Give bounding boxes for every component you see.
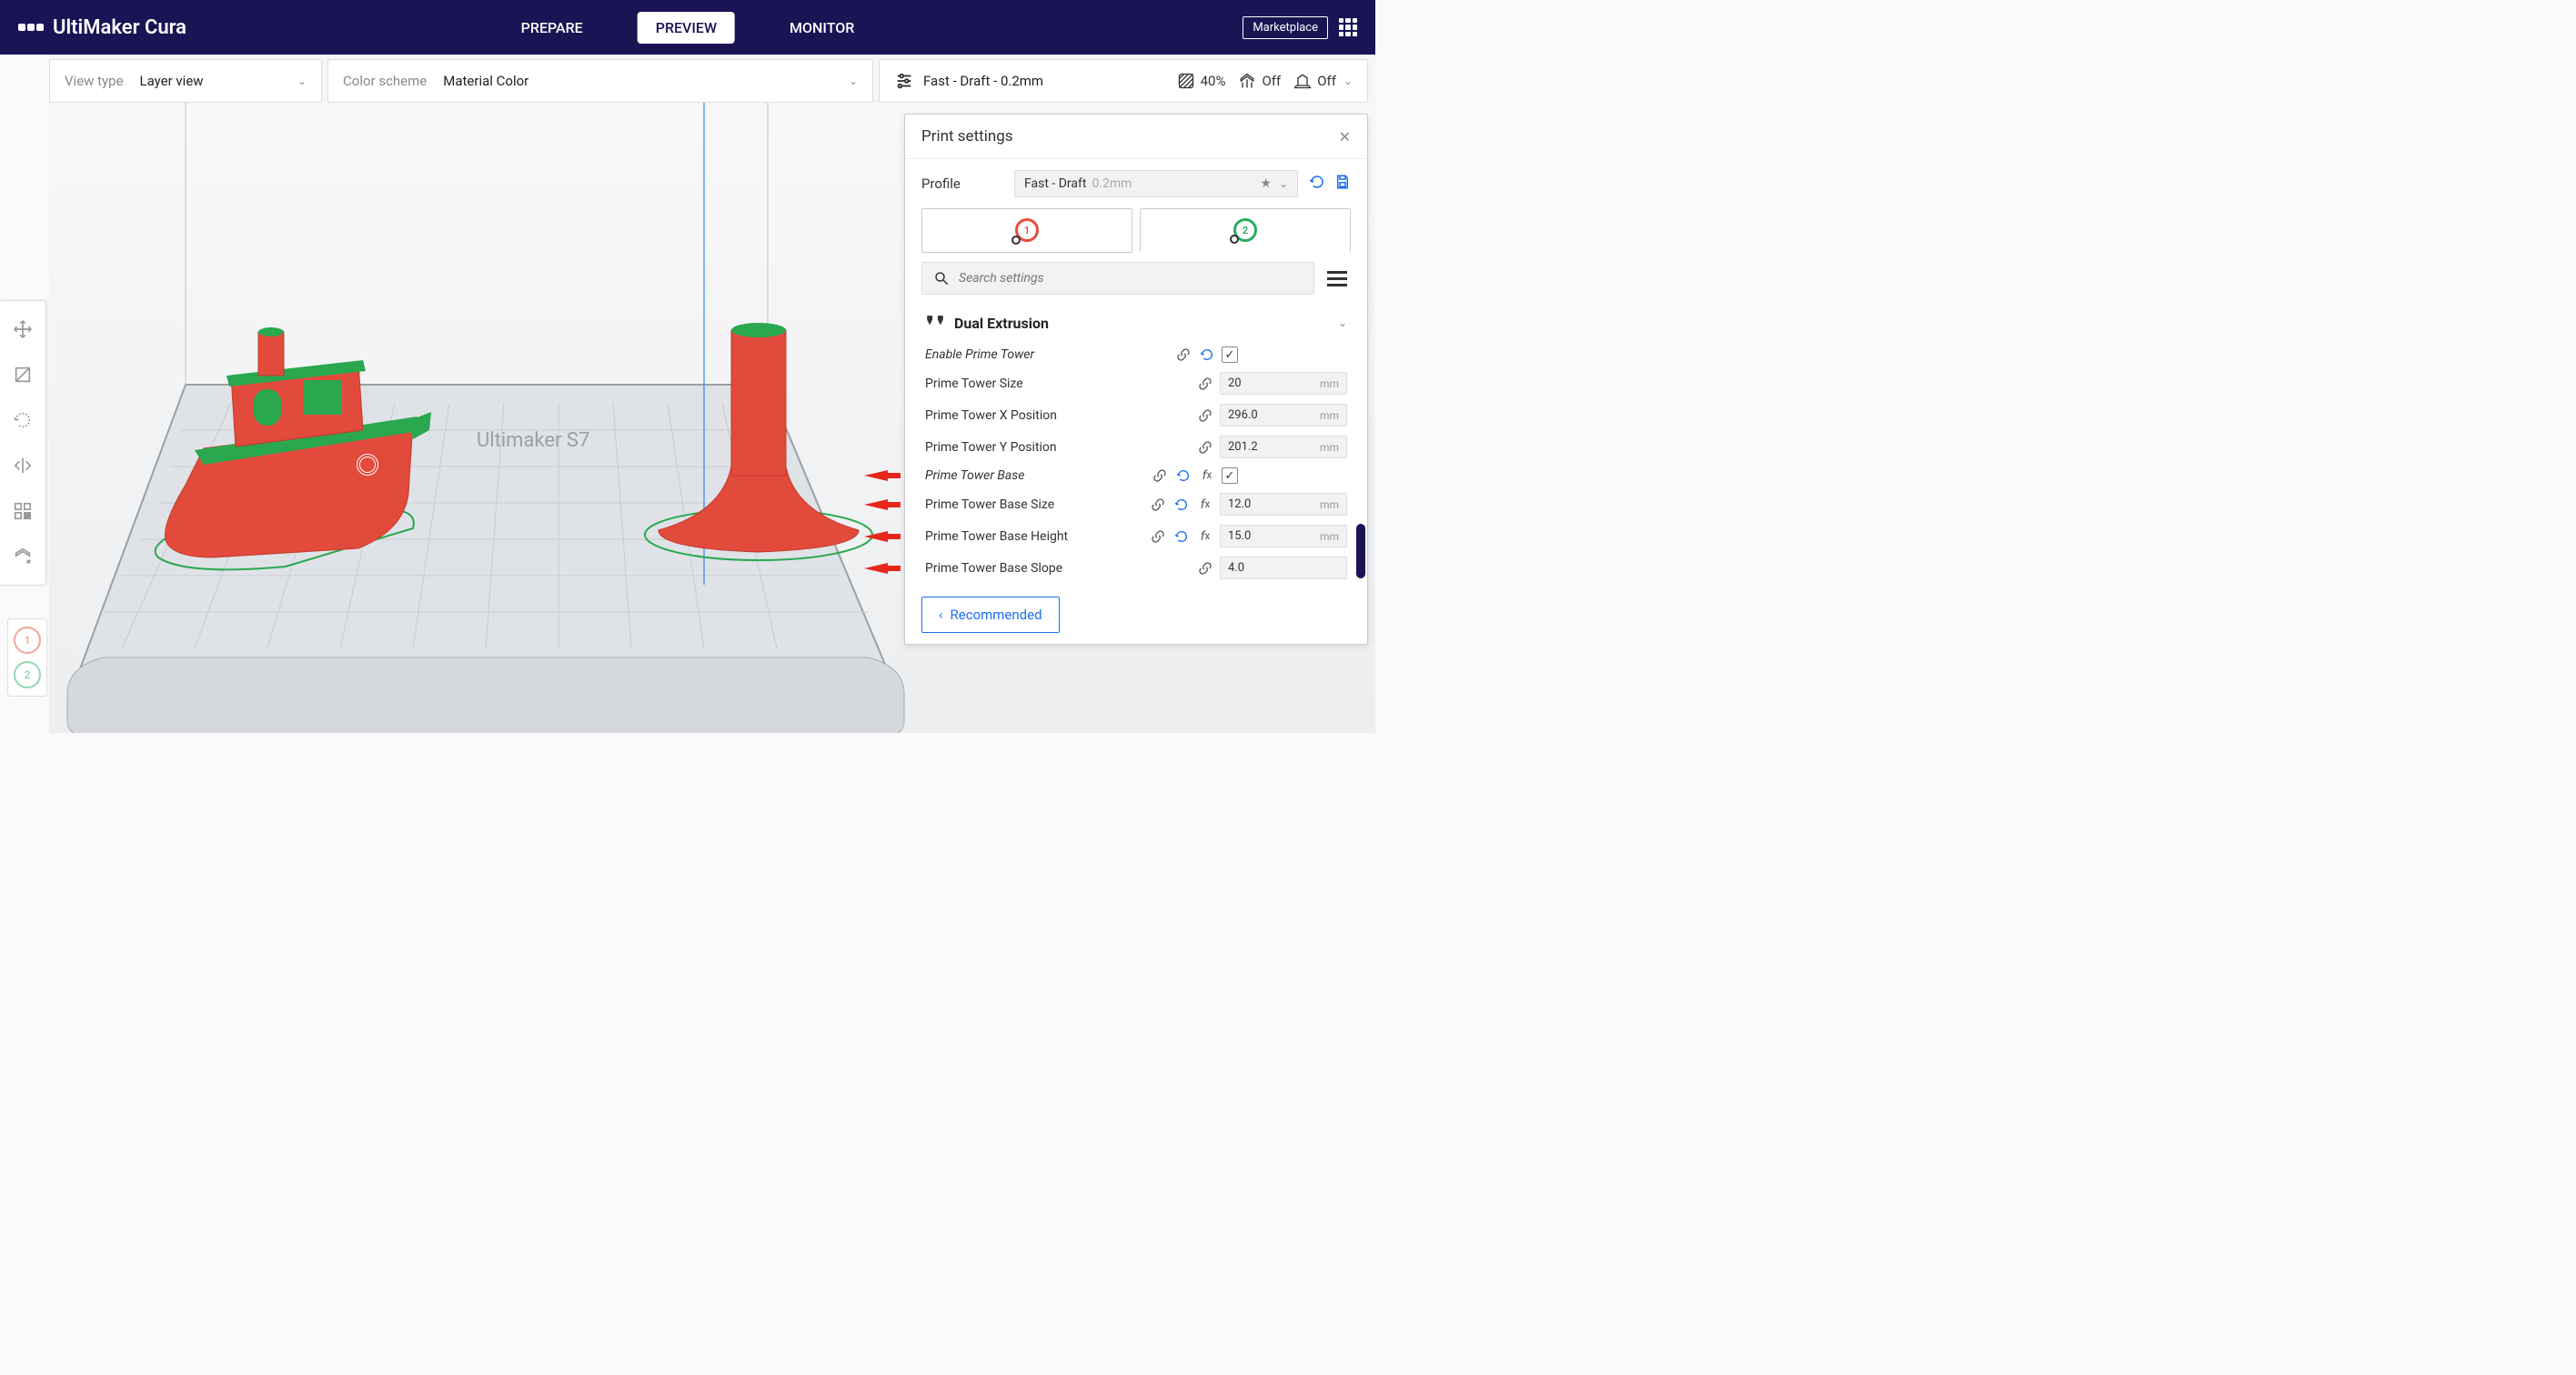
chevron-left-icon: ‹ (939, 607, 943, 623)
panel-title: Print settings (921, 127, 1339, 146)
dual-extrusion-icon (925, 313, 945, 333)
reset-icon[interactable] (1174, 468, 1192, 483)
profile-dropdown[interactable]: Fast - Draft 0.2mm ★ ⌄ (1014, 170, 1298, 197)
setting-prime-tower-base: Prime Tower Base fx (905, 463, 1367, 488)
link-icon[interactable] (1149, 529, 1167, 544)
prime-tower-y-input[interactable]: 201.2mm (1220, 436, 1347, 458)
print-settings-panel: Print settings ✕ Profile Fast - Draft 0.… (904, 114, 1368, 645)
main-tabs: PREPARE PREVIEW MONITOR (503, 12, 873, 44)
arrow-annotation (864, 497, 901, 512)
reset-icon[interactable] (1172, 497, 1191, 512)
arrow-annotation (864, 529, 901, 544)
app-logo: UltiMaker Cura (18, 16, 186, 39)
support-blocker-tool[interactable] (0, 534, 45, 579)
left-toolbar (0, 300, 46, 586)
prime-tower-size-input[interactable]: 20mm (1220, 372, 1347, 395)
setting-prime-tower-size: Prime Tower Size 20mm (905, 367, 1367, 399)
arrow-annotation (864, 468, 901, 483)
fx-icon[interactable]: fx (1196, 529, 1214, 544)
prime-tower-base-size-input[interactable]: 12.0mm (1220, 493, 1347, 516)
toolbar-row: View type Layer view ⌄ Color scheme Mate… (49, 55, 1375, 107)
chevron-down-icon: ⌄ (1343, 75, 1353, 87)
enable-prime-tower-checkbox[interactable] (1222, 346, 1238, 363)
infill-icon (1177, 72, 1195, 90)
search-icon (933, 270, 950, 286)
scrollbar-thumb[interactable] (1356, 524, 1365, 578)
header-bar: UltiMaker Cura PREPARE PREVIEW MONITOR M… (0, 0, 1375, 55)
extruder-tab-2[interactable]: 2 (1140, 208, 1351, 253)
marketplace-button[interactable]: Marketplace (1243, 16, 1328, 39)
link-icon[interactable] (1151, 468, 1169, 483)
viewtype-label: View type (65, 73, 124, 89)
recommended-button[interactable]: ‹ Recommended (921, 597, 1060, 633)
profile-summary: Fast - Draft - 0.2mm (923, 73, 1177, 89)
adhesion-icon (1293, 72, 1312, 90)
fx-icon[interactable]: fx (1198, 468, 1216, 483)
print-settings-summary-dropdown[interactable]: Fast - Draft - 0.2mm 40% Off Off (879, 59, 1368, 103)
move-tool[interactable] (0, 306, 45, 352)
setting-prime-tower-y: Prime Tower Y Position 201.2mm (905, 431, 1367, 463)
link-icon[interactable] (1149, 497, 1167, 512)
colorscheme-value: Material Color (443, 73, 841, 89)
reset-icon[interactable] (1198, 347, 1216, 362)
sliders-icon (894, 71, 914, 91)
scale-tool[interactable] (0, 352, 45, 397)
prime-tower-base-checkbox[interactable] (1222, 467, 1238, 484)
viewtype-value: Layer view (140, 73, 290, 89)
reset-profile-icon[interactable] (1309, 174, 1325, 194)
settings-visibility-icon[interactable] (1323, 267, 1351, 290)
support-summary: Off (1238, 72, 1281, 90)
close-icon[interactable]: ✕ (1339, 128, 1351, 146)
search-settings-box[interactable] (921, 262, 1314, 295)
tab-monitor[interactable]: MONITOR (771, 12, 872, 44)
setting-prime-tower-x: Prime Tower X Position 296.0mm (905, 399, 1367, 431)
setting-prime-tower-base-height: Prime Tower Base Height fx 15.0mm (905, 520, 1367, 552)
extruder-tab-1[interactable]: 1 (921, 208, 1132, 253)
search-input[interactable] (959, 271, 1303, 286)
link-icon[interactable] (1196, 440, 1214, 455)
chevron-down-icon: ⌄ (1279, 177, 1288, 190)
per-model-tool[interactable] (0, 488, 45, 534)
reset-icon[interactable] (1172, 529, 1191, 544)
prime-tower-x-input[interactable]: 296.0mm (1220, 404, 1347, 427)
tab-prepare[interactable]: PREPARE (503, 12, 601, 44)
printer-label: Ultimaker S7 (477, 429, 589, 452)
mirror-tool[interactable] (0, 443, 45, 488)
link-icon[interactable] (1174, 347, 1192, 362)
support-icon (1238, 72, 1256, 90)
infill-summary: 40% (1177, 72, 1226, 90)
star-icon: ★ (1260, 176, 1272, 191)
rotate-tool[interactable] (0, 397, 45, 443)
extruder-1-badge[interactable]: 1 (14, 627, 41, 654)
colorscheme-dropdown[interactable]: Color scheme Material Color ⌄ (327, 59, 873, 103)
chevron-down-icon: ⌄ (1338, 316, 1347, 329)
app-name: UltiMaker Cura (53, 16, 186, 39)
colorscheme-label: Color scheme (343, 73, 427, 89)
tab-preview[interactable]: PREVIEW (638, 12, 735, 44)
link-icon[interactable] (1196, 561, 1214, 576)
setting-enable-prime-tower: Enable Prime Tower (905, 342, 1367, 367)
prime-tower-base-slope-input[interactable]: 4.0 (1220, 557, 1347, 579)
profile-label: Profile (921, 176, 1003, 192)
logo-icon (18, 24, 44, 31)
chevron-down-icon: ⌄ (849, 75, 858, 87)
setting-prime-tower-base-slope: Prime Tower Base Slope 4.0 (905, 552, 1367, 584)
adhesion-summary: Off (1293, 72, 1336, 90)
viewtype-dropdown[interactable]: View type Layer view ⌄ (49, 59, 322, 103)
fx-icon[interactable]: fx (1196, 497, 1214, 512)
apps-grid-icon[interactable] (1339, 18, 1357, 36)
extruder-badges: 1 2 (7, 618, 47, 697)
link-icon[interactable] (1196, 376, 1214, 391)
arrow-annotation (864, 561, 901, 576)
extruder-2-badge[interactable]: 2 (14, 661, 41, 688)
section-dual-extrusion[interactable]: Dual Extrusion ⌄ (905, 304, 1367, 342)
setting-prime-tower-base-size: Prime Tower Base Size fx 12.0mm (905, 488, 1367, 520)
link-icon[interactable] (1196, 408, 1214, 423)
save-profile-icon[interactable] (1334, 174, 1351, 194)
prime-tower-base-height-input[interactable]: 15.0mm (1220, 525, 1347, 547)
chevron-down-icon: ⌄ (297, 75, 307, 87)
